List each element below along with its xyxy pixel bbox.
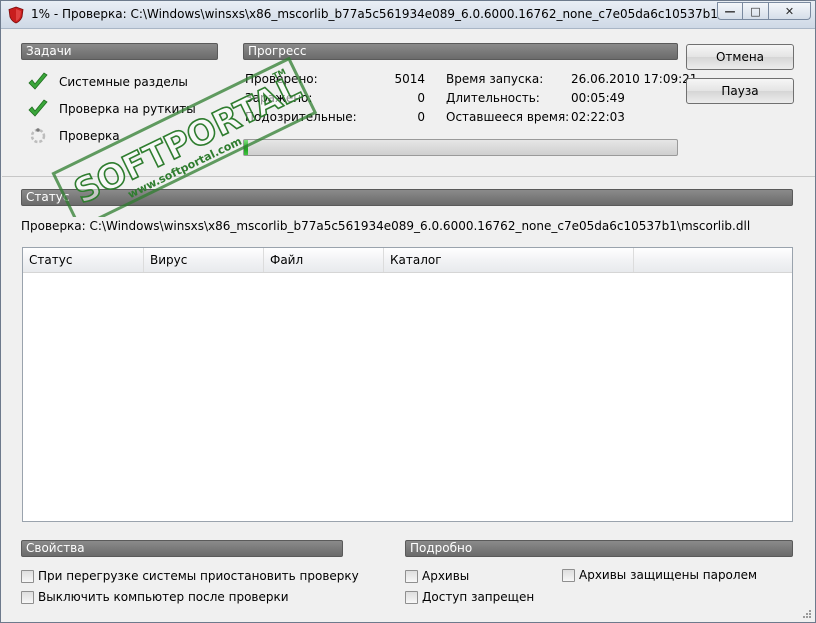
close-icon: ✕: [784, 4, 795, 18]
column-folder[interactable]: Каталог: [384, 248, 634, 272]
suspicious-label: Подозрительные:: [245, 110, 357, 124]
status-header: Статус: [21, 189, 793, 206]
divider: [2, 176, 815, 177]
task-item-rootkits: Проверка на руткиты: [27, 99, 196, 119]
title-bar[interactable]: 1% - Проверка: C:\Windows\winsxs\x86_msc…: [1, 1, 815, 29]
infected-value: 0: [417, 91, 425, 105]
task-label: Проверка на руткиты: [59, 102, 196, 116]
minimize-icon: —: [724, 4, 736, 18]
resize-grip-icon[interactable]: [800, 607, 812, 619]
option-label: Архивы: [422, 569, 470, 583]
column-status[interactable]: Статус: [23, 248, 144, 272]
properties-header: Свойства: [21, 540, 343, 557]
shield-icon: [8, 6, 24, 24]
progress-fill: [244, 140, 249, 155]
maximize-icon: □: [750, 4, 761, 18]
checkmark-icon: [28, 72, 48, 90]
option-label: При перегрузке системы приостановить про…: [38, 569, 359, 583]
checkbox[interactable]: [562, 568, 575, 582]
option-shutdown-after-scan[interactable]: Выключить компьютер после проверки: [21, 590, 289, 604]
scan-window: 1% - Проверка: C:\Windows\winsxs\x86_msc…: [0, 0, 816, 623]
progress-header: Прогресс: [243, 43, 678, 60]
checked-value: 5014: [394, 72, 425, 86]
checkbox[interactable]: [21, 569, 34, 583]
start-time-label: Время запуска:: [446, 72, 544, 86]
option-label: Доступ запрещен: [422, 590, 535, 604]
option-pause-on-restart[interactable]: При перегрузке системы приостановить про…: [21, 569, 359, 583]
suspicious-value: 0: [417, 110, 425, 124]
minimize-button[interactable]: —: [717, 2, 743, 20]
task-item-system-partitions: Системные разделы: [27, 72, 188, 92]
option-access-denied[interactable]: Доступ запрещен: [405, 590, 534, 604]
option-label: Архивы защищены паролем: [579, 568, 758, 582]
pause-button[interactable]: Пауза: [686, 78, 794, 104]
spinner-icon: [30, 128, 46, 144]
task-label: Системные разделы: [59, 75, 188, 89]
column-virus[interactable]: Вирус: [144, 248, 264, 272]
results-list[interactable]: Статус Вирус Файл Каталог: [22, 247, 793, 522]
column-file[interactable]: Файл: [264, 248, 384, 272]
tasks-header: Задачи: [21, 43, 218, 60]
start-time-value: 26.06.2010 17:09:21: [571, 72, 698, 86]
details-header: Подробно: [405, 540, 793, 557]
maximize-button[interactable]: □: [743, 2, 769, 20]
scan-progress-bar: [243, 139, 678, 156]
duration-label: Длительность:: [446, 91, 540, 105]
checked-label: Проверено:: [245, 72, 318, 86]
checkbox[interactable]: [405, 590, 418, 604]
window-title: 1% - Проверка: C:\Windows\winsxs\x86_msc…: [31, 7, 792, 21]
results-list-header: Статус Вирус Файл Каталог: [23, 248, 792, 273]
option-archives[interactable]: Архивы: [405, 569, 469, 583]
window-controls: — □ ✕: [717, 2, 811, 20]
infected-label: Заражено:: [245, 91, 313, 105]
option-password-archives[interactable]: Архивы защищены паролем: [562, 568, 757, 582]
checkbox[interactable]: [21, 590, 34, 604]
cancel-button[interactable]: Отмена: [686, 44, 794, 70]
task-label: Проверка: [59, 129, 120, 143]
remaining-time-value: 02:22:03: [571, 110, 625, 124]
duration-value: 00:05:49: [571, 91, 625, 105]
task-item-scan: Проверка: [27, 126, 120, 146]
close-button[interactable]: ✕: [769, 2, 811, 20]
checkbox[interactable]: [405, 569, 418, 583]
option-label: Выключить компьютер после проверки: [38, 590, 289, 604]
checkmark-icon: [28, 99, 48, 117]
current-file-path: Проверка: C:\Windows\winsxs\x86_mscorlib…: [21, 219, 751, 233]
remaining-time-label: Оставшееся время:: [446, 110, 570, 124]
